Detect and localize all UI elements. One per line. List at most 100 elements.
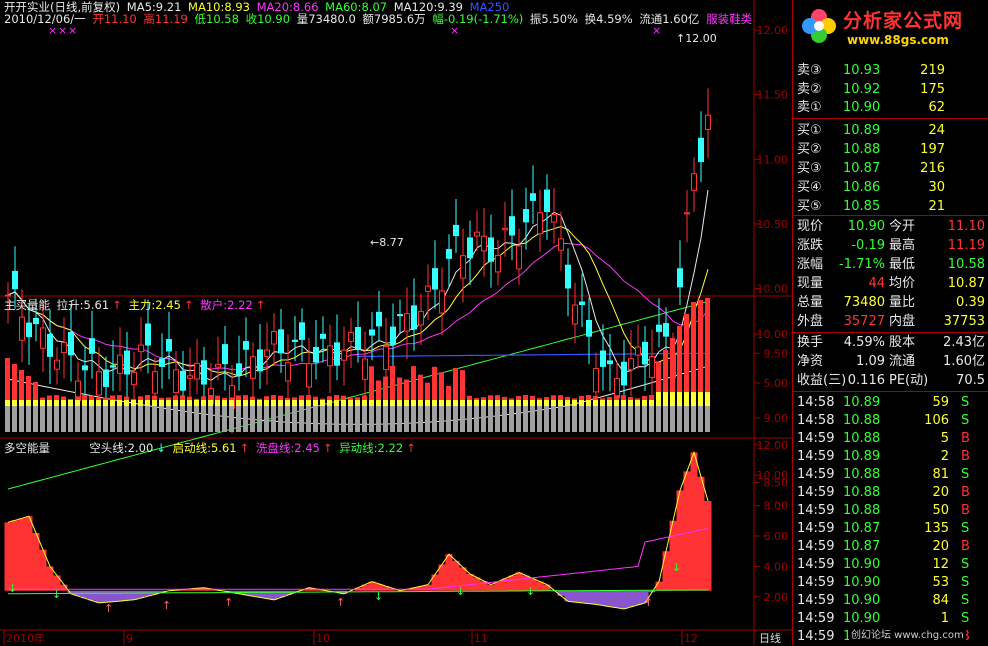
volume-gray-bar	[61, 406, 66, 432]
volume-yellow-bar	[341, 400, 346, 406]
tick-row: 14:59 10.88 50 B	[793, 502, 988, 520]
candle-body	[425, 285, 431, 292]
volume-red-bar	[656, 362, 661, 392]
volume-gray-bar	[173, 406, 178, 432]
chart-canvas[interactable]: 12.0011.5011.0010.5010.009.509.008.5010.…	[0, 0, 792, 645]
volume-red-bar	[12, 364, 17, 400]
volume-gray-bar	[446, 406, 451, 432]
volume-red-bar	[411, 366, 416, 400]
volume-red-bar	[341, 395, 346, 400]
price-axis-label: 9.50	[764, 347, 789, 360]
volume-yellow-bar	[460, 400, 465, 406]
price-axis-label: 10.50	[757, 218, 789, 231]
volume-red-bar	[649, 395, 654, 400]
volume-red-bar	[404, 379, 409, 400]
volume-yellow-bar	[222, 400, 227, 406]
tick-row: 14:59 10.88 20 B	[793, 484, 988, 502]
volume-red-bar	[397, 377, 402, 400]
volume-yellow-bar	[705, 392, 710, 406]
tick-price: 10.87	[843, 521, 881, 536]
volume-red-bar	[173, 395, 178, 400]
volume-yellow-bar	[635, 400, 640, 406]
candle-body	[376, 311, 382, 327]
energy-panel-title: 多空能量 空头线:2.00 ↓ 启动线:5.61 ↑ 洗盘线:2.45 ↑ 异动线:2…	[4, 441, 416, 455]
tick-volume: 59	[932, 395, 949, 410]
volume-red-bar	[355, 397, 360, 400]
tick-time: 14:59	[797, 431, 835, 446]
volume-gray-bar	[131, 406, 136, 432]
volume-yellow-bar	[390, 400, 395, 406]
tick-side: B	[961, 449, 970, 464]
candle-body	[544, 189, 550, 213]
quote-label: 量比	[889, 295, 916, 310]
tick-price: 10.90	[843, 575, 881, 590]
order-buy-row: 买③ 10.87 216	[793, 160, 988, 178]
volume-gray-bar	[19, 406, 24, 432]
volume-red-bar	[96, 397, 101, 400]
volume-gray-bar	[89, 406, 94, 432]
candle-body	[299, 322, 305, 340]
tick-time: 14:59	[797, 467, 835, 482]
tick-volume: 135	[924, 521, 949, 536]
volume-red-bar	[61, 396, 66, 400]
lasheng-label: 拉升:5.61	[56, 298, 110, 312]
candle-body	[173, 369, 179, 394]
volume-red-bar	[537, 398, 542, 400]
sell-signal-arrow: ↑	[162, 599, 171, 612]
volume-yellow-bar	[383, 400, 388, 406]
info-vol: 量73480.0	[296, 12, 356, 26]
candle-body	[215, 363, 221, 368]
candle-body	[334, 342, 340, 366]
sell-signal-arrow: ↑	[104, 602, 113, 615]
price-axis-label: 11.00	[757, 153, 789, 166]
candle-body	[47, 333, 53, 357]
volume-yellow-bar	[369, 400, 374, 406]
energy-axis-label: 4.00	[764, 560, 789, 573]
volume-gray-bar	[656, 406, 661, 432]
volume-gray-bar	[607, 406, 612, 432]
buy-signal-arrow: ↓	[8, 582, 17, 595]
candle-body	[166, 339, 172, 352]
volume-yellow-bar	[684, 392, 689, 406]
volume-gray-bar	[124, 406, 129, 432]
order-label: 买③	[797, 161, 822, 176]
volume-panel-title: 主买量能 拉升:5.61 ↑ 主力:2.45 ↑ 散户:2.22 ↑	[4, 298, 266, 312]
volume-yellow-bar	[565, 400, 570, 406]
candle-body	[558, 238, 564, 251]
volume-red-bar	[215, 395, 220, 400]
quote-value: 37753	[943, 314, 985, 329]
tick-volume: 81	[932, 467, 949, 482]
volume-red-bar	[54, 395, 59, 400]
high-price-marker: ↑12.00	[676, 32, 717, 45]
volume-red-bar	[19, 370, 24, 400]
candle-body	[453, 224, 459, 237]
volume-yellow-bar	[418, 400, 423, 406]
volume-gray-bar	[82, 406, 87, 432]
site-logo: 分析家公式网 www.88gs.com	[793, 0, 988, 56]
tick-price: 10.88	[843, 485, 881, 500]
order-sell-row: 卖① 10.90 62	[793, 99, 988, 117]
volume-yellow-bar	[509, 400, 514, 406]
candle-body	[110, 365, 116, 368]
candle-body	[341, 349, 347, 361]
candle-body	[509, 216, 515, 236]
volume-gray-bar	[397, 406, 402, 432]
volume-yellow-bar	[586, 400, 591, 406]
volume-gray-bar	[390, 406, 395, 432]
low-price-marker: ←8.77	[370, 236, 404, 249]
volume-gray-bar	[68, 406, 73, 432]
volume-yellow-bar	[229, 400, 234, 406]
chart-area[interactable]: 12.00 11.50 11.00 10.50 10.00 9.50 9.00 8.50 10.…	[0, 0, 792, 645]
volume-gray-bar	[614, 406, 619, 432]
volume-yellow-bar	[12, 400, 17, 406]
order-price: 10.86	[843, 180, 881, 195]
candle-body	[656, 324, 662, 332]
volume-gray-bar	[355, 406, 360, 432]
candle-body	[460, 255, 466, 279]
volume-yellow-bar	[334, 400, 339, 406]
stats-label: 换手	[797, 335, 824, 350]
volume-yellow-bar	[691, 392, 696, 406]
volume-yellow-bar	[579, 400, 584, 406]
volume-red-bar	[103, 397, 108, 400]
volume-yellow-bar	[523, 400, 528, 406]
